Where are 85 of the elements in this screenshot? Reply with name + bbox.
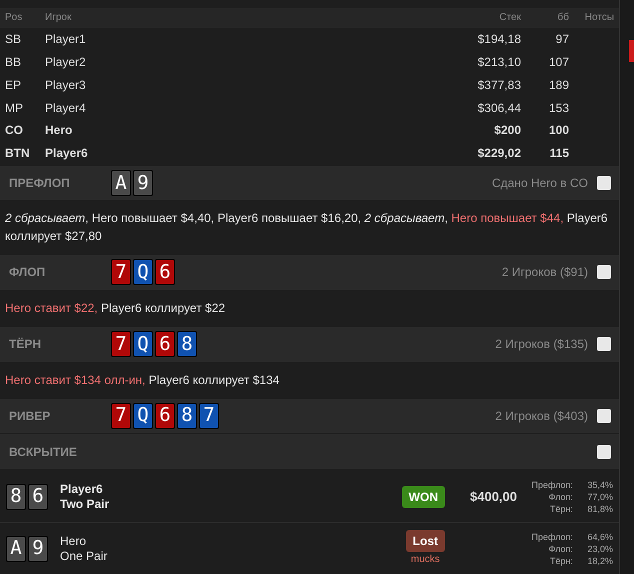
- checkbox[interactable]: [597, 265, 611, 280]
- playing-card: 7: [111, 331, 131, 358]
- win-amount: $400,00: [469, 488, 517, 506]
- table-cell-text: EP: [5, 76, 22, 94]
- table-cell-text: MP: [5, 100, 24, 117]
- action-text: Hero ставит $134 олл-ин, Player6 коллирует $134: [5, 372, 280, 388]
- table-cell-text: SB: [5, 31, 22, 48]
- table-cell-text: CO: [5, 122, 24, 140]
- table-cell-text: BB: [5, 54, 22, 72]
- table-cell-text: Player4: [45, 100, 87, 117]
- hand-name: One Pair: [60, 548, 108, 564]
- table-cell-text: $194,18: [476, 31, 521, 48]
- table-cell-text: 107: [548, 54, 569, 72]
- table-cell-text: 115: [548, 145, 569, 162]
- table-cell-text: 153: [548, 100, 569, 117]
- checkbox[interactable]: [597, 337, 611, 352]
- street-title: ПРЕФЛОП: [9, 175, 71, 192]
- playing-card: 6: [155, 402, 175, 429]
- playing-card: 7: [199, 402, 219, 429]
- column-header: Игрок: [45, 11, 72, 26]
- equity-label: Префлоп:: [530, 478, 573, 491]
- street-title: ТЁРН: [9, 336, 42, 354]
- playing-card: 7: [111, 259, 131, 286]
- playing-card: 8: [6, 484, 26, 510]
- playing-card: A: [111, 170, 131, 196]
- checkbox[interactable]: [597, 408, 611, 423]
- result-badge: WON: [402, 486, 445, 508]
- equity-value: 64,6%: [586, 530, 613, 543]
- table-cell-text: 97: [554, 31, 569, 48]
- playing-card: Q: [133, 331, 153, 358]
- playing-card: A: [6, 536, 26, 562]
- table-cell-text: $200: [493, 122, 521, 140]
- equity-label: Флоп:: [548, 542, 573, 555]
- table-cell-text: BTN: [5, 145, 31, 162]
- table-cell-text: $229,02: [476, 145, 521, 162]
- table-cell-text: Player1: [45, 31, 87, 48]
- playing-card: 9: [28, 536, 48, 562]
- playing-card: 6: [155, 259, 175, 286]
- playing-card: 8: [177, 331, 197, 358]
- street-title: РИВЕР: [9, 408, 52, 425]
- hand-name: Two Pair: [60, 496, 110, 512]
- column-header: бб: [556, 11, 569, 26]
- pot-info: Сдано Hero в CO: [492, 175, 588, 192]
- equity-value: 77,0%: [586, 490, 613, 503]
- equity-value: 18,2%: [586, 554, 613, 567]
- muck-label: mucks: [410, 553, 440, 568]
- playing-card: 6: [28, 484, 48, 510]
- playing-card: 6: [155, 331, 175, 358]
- player-name: Player6: [60, 482, 104, 497]
- street-title: ВСКРЫТИЕ: [9, 444, 78, 461]
- street-title: ФЛОП: [9, 264, 46, 282]
- equity-label: Префлоп:: [530, 530, 573, 543]
- player-name: Hero: [60, 534, 88, 549]
- checkbox[interactable]: [597, 176, 611, 190]
- column-header: Pos: [5, 11, 24, 26]
- playing-card: Q: [133, 259, 153, 286]
- playing-card: 7: [111, 402, 131, 429]
- equity-label: Тёрн:: [548, 554, 573, 567]
- playing-card: 8: [177, 402, 197, 429]
- table-cell-text: 189: [548, 76, 569, 94]
- table-cell-text: Player2: [45, 54, 87, 72]
- column-header: Стек: [498, 11, 521, 26]
- equity-label: Тёрн:: [548, 502, 573, 515]
- pot-info: 2 Игроков ($91): [502, 264, 588, 282]
- tag-fragment: [629, 40, 634, 62]
- pot-info: 2 Игроков ($135): [495, 336, 588, 354]
- action-text: 2 сбрасывает, Hero повышает $4,40, Player6 повышает $16,20, 2 сбрасывает, Hero повышает $44, Player6 коллирует $27,80: [5, 210, 609, 246]
- equity-value: 81,8%: [586, 502, 613, 515]
- table-cell-text: $213,10: [476, 54, 521, 72]
- pot-info: 2 Игроков ($403): [495, 408, 588, 425]
- table-cell-text: Hero: [45, 122, 74, 140]
- table-cell-text: Player6: [45, 145, 89, 162]
- result-badge: Lost: [406, 530, 445, 552]
- action-text: Hero ставит $22, Player6 коллирует $22: [5, 300, 226, 317]
- table-cell-text: $377,83: [476, 76, 521, 94]
- playing-card: 9: [133, 170, 153, 196]
- table-cell-text: 100: [548, 122, 569, 140]
- table-cell-text: Player3: [45, 76, 87, 94]
- equity-label: Флоп:: [548, 490, 573, 503]
- playing-card: Q: [133, 402, 153, 429]
- checkbox[interactable]: [597, 444, 611, 459]
- column-header: Нотсы: [584, 11, 614, 26]
- equity-value: 35,4%: [586, 478, 613, 491]
- table-cell-text: $306,44: [476, 100, 521, 117]
- equity-value: 23,0%: [586, 542, 613, 555]
